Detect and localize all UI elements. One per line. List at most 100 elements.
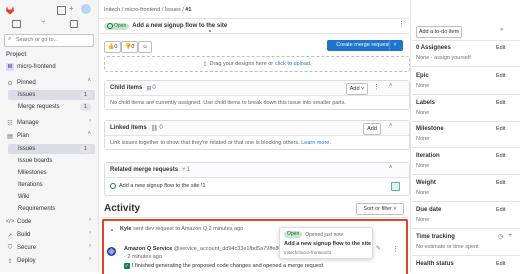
empty-text: Link issues together to show that they'r…: [110, 140, 300, 146]
sidebar-item-deploy[interactable]: ⇪ Deploy ›: [3, 256, 95, 266]
project-link[interactable]: M micro-frontend: [3, 62, 95, 72]
add-time-icon[interactable]: ◷: [498, 233, 503, 240]
merge-request-icon[interactable]: ⑂: [41, 19, 45, 26]
edit-assignees-button[interactable]: Edit: [496, 45, 505, 51]
edit-iteration-button[interactable]: Edit: [496, 153, 505, 159]
sidebar-item-iterations[interactable]: Iterations: [8, 180, 95, 190]
milestone-value: None: [416, 136, 430, 142]
sidebar-item-issue-boards[interactable]: Issue boards: [8, 156, 95, 166]
time-tracking-value: No estimate or time spent: [416, 244, 479, 250]
amazon-q-avatar[interactable]: [107, 247, 116, 256]
thumbs-up-button[interactable]: 👍0: [104, 41, 121, 53]
sidebar-item-requirements[interactable]: Requirements: [8, 204, 95, 214]
breadcrumb-group[interactable]: Initech: [104, 7, 120, 13]
weight-label: Weight: [416, 180, 436, 186]
amazon-q-icon: [391, 182, 400, 191]
comment-handle[interactable]: @service_account_dd94c33e1fbd5a79ffe80: [174, 246, 282, 252]
mr-open-icon: [110, 183, 116, 189]
breadcrumb-issue[interactable]: #1: [185, 7, 191, 13]
merge-request-icon: ⑂: [182, 167, 186, 173]
more-actions-icon[interactable]: ⋮: [398, 20, 405, 28]
due-date-label: Due date: [416, 207, 442, 213]
user-avatar[interactable]: [81, 4, 91, 14]
sidebar-item-label: Iterations: [18, 182, 43, 188]
add-linked-item-button[interactable]: Add: [363, 123, 381, 135]
related-merge-requests-card: Related merge requests ⑂ 1 Add a new sig…: [104, 162, 410, 196]
collapse-icon[interactable]: ˄: [389, 165, 393, 171]
event-user[interactable]: Kyle: [120, 226, 132, 232]
issue-title: Add a new signup flow to the site: [132, 23, 228, 29]
sidebar-item-secure[interactable]: ⛉ Secure ›: [3, 243, 95, 253]
plus-icon[interactable]: +: [508, 232, 512, 239]
chevron-right-icon: ›: [89, 230, 91, 236]
comment-time-text[interactable]: 2 minutes ago: [127, 254, 162, 260]
edit-milestone-button[interactable]: Edit: [496, 126, 505, 132]
related-mr-item[interactable]: Add a new signup flow to the site !1: [110, 183, 206, 189]
child-items-empty: No child items are currently assigned. U…: [110, 100, 346, 106]
search-icon: ⌕: [8, 36, 12, 42]
sidebar-item-pinned-merge-requests[interactable]: Merge requests 1: [8, 102, 95, 112]
top-divider: [99, 18, 409, 19]
linked-items-count: 0: [159, 125, 163, 131]
collapse-sidebar-icon[interactable]: »: [500, 27, 503, 33]
more-actions-icon[interactable]: ⋮: [392, 245, 399, 253]
project-name: micro-frontend: [17, 64, 56, 70]
add-reaction-button[interactable]: ☺: [138, 41, 152, 53]
divider: [412, 228, 520, 229]
button-label: Add: [349, 86, 360, 92]
chevron-up-icon: ˄: [87, 131, 91, 137]
design-dropzone[interactable]: ⇪ Drag your designs here or click to upl…: [104, 56, 410, 72]
linked-items-card: Linked items ⛓ 0 Link issues together to…: [104, 120, 410, 150]
sidebar-item-code[interactable]: </> Code ›: [3, 217, 95, 227]
thumbs-down-button[interactable]: 👎0: [121, 41, 138, 53]
edit-due-date-button[interactable]: Edit: [496, 207, 505, 213]
search-placeholder: Search or go to...: [16, 37, 59, 43]
q-logo-icon: [107, 247, 116, 256]
sidebar-item-plan[interactable]: ▤ Plan ˄: [3, 131, 95, 141]
edit-epic-button[interactable]: Edit: [496, 73, 505, 79]
sidebar-item-plan-issues[interactable]: Issues 1: [8, 144, 95, 154]
edit-labels-button[interactable]: Edit: [496, 100, 505, 106]
plus-icon[interactable]: +: [69, 4, 74, 13]
comment-author[interactable]: Amazon Q Service: [124, 246, 172, 252]
popover-status-row: Open Opened just now: [284, 231, 343, 238]
breadcrumb-issues[interactable]: Issues: [165, 7, 181, 13]
manage-icon: ☷: [7, 120, 13, 127]
search-input[interactable]: ⌕ Search or go to...: [4, 34, 94, 47]
add-todo-button[interactable]: Add a to-do item: [416, 26, 462, 38]
breadcrumb-project[interactable]: micro-frontend: [125, 7, 160, 13]
edit-weight-button[interactable]: Edit: [496, 180, 505, 186]
issues-icon[interactable]: [12, 20, 21, 28]
add-child-button[interactable]: Add ˅: [346, 83, 368, 95]
more-actions-icon[interactable]: ⋮: [373, 83, 380, 91]
collapse-icon[interactable]: ˄: [389, 123, 393, 129]
collapse-icon[interactable]: ˄: [389, 83, 393, 89]
sidebar-item-label: Build: [17, 232, 31, 238]
chevron-down-icon: ˅: [393, 42, 397, 48]
sidebar-item-pinned[interactable]: ⊙ Pinned ˄: [3, 78, 95, 88]
learn-more-link[interactable]: Learn more.: [301, 140, 331, 146]
edit-icon[interactable]: ✎: [376, 245, 381, 252]
weight-value: None: [416, 190, 430, 196]
sidebar-item-manage[interactable]: ☷ Manage ›: [3, 118, 95, 128]
upload-link[interactable]: click to upload.: [275, 61, 311, 67]
sidebar-item-label: Issues: [18, 146, 36, 152]
sidebar-item-pinned-issues[interactable]: Issues 1: [8, 90, 95, 100]
event-bullet: [111, 229, 113, 231]
create-merge-request-dropdown[interactable]: ˅: [389, 40, 400, 51]
issue-open-icon: [107, 23, 113, 29]
divider: [412, 40, 520, 41]
todo-icon[interactable]: [70, 20, 78, 28]
related-mrs-count: 1: [186, 167, 190, 173]
sidebar-item-label: Wiki: [18, 194, 30, 200]
edit-health-status-button[interactable]: Edit: [496, 261, 505, 267]
chevron-right-icon: ›: [89, 118, 91, 124]
sidebar-item-milestones[interactable]: Milestones: [8, 168, 95, 178]
gitlab-logo-icon[interactable]: [5, 5, 15, 15]
assignees-value[interactable]: None - assign yourself: [416, 55, 471, 61]
sidebar-item-build[interactable]: ➚ Build ›: [3, 230, 95, 240]
sort-filter-button[interactable]: Sort or filter ˅: [356, 203, 404, 215]
sidebar-item-label: Secure: [17, 245, 37, 251]
sidebar-toggle-icon[interactable]: [57, 6, 66, 15]
sidebar-item-wiki[interactable]: Wiki: [8, 192, 95, 202]
